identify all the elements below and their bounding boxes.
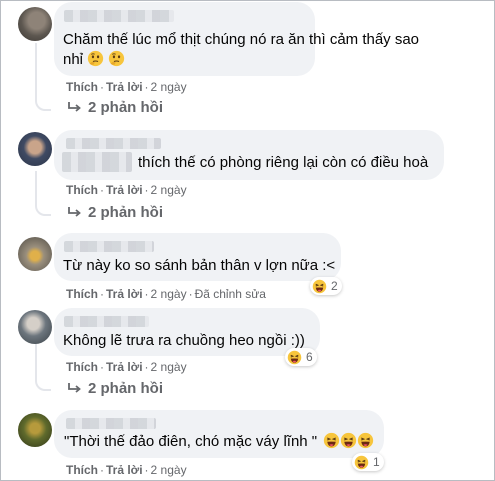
reply-button[interactable]: Trả lời (106, 80, 143, 94)
separator: · (144, 287, 149, 301)
comment-bubble: thích thế có phòng riêng lại còn có điều… (54, 130, 444, 180)
reply-button[interactable]: Trả lời (106, 360, 143, 374)
comment-actions: Thích · Trả lời · 2 ngày · Đã chỉnh sửa (66, 287, 266, 301)
replies-count-label: 2 phản hồi (88, 380, 163, 397)
laughing-face-icon (287, 350, 302, 365)
reply-arrow-icon (68, 383, 81, 393)
thinking-face-icon (108, 50, 125, 67)
timestamp[interactable]: 2 ngày (151, 360, 187, 374)
comment-bubble: Chăm thế lúc mổ thịt chúng nó ra ăn thì … (54, 2, 419, 76)
separator: · (100, 183, 104, 197)
comment-text-line2: nhỉ (63, 50, 125, 70)
like-button[interactable]: Thích (66, 463, 98, 477)
reaction-badge[interactable]: 1 (352, 453, 384, 471)
timestamp[interactable]: 2 ngày (151, 463, 187, 477)
timestamp[interactable]: 2 ngày (151, 287, 187, 301)
author-name-blurred[interactable] (64, 241, 154, 252)
timestamp[interactable]: 2 ngày (151, 183, 187, 197)
reaction-count: 6 (306, 350, 313, 364)
reaction-count: 1 (373, 455, 380, 469)
author-name-blurred[interactable] (66, 418, 156, 429)
reaction-badge[interactable]: 6 (285, 348, 317, 366)
blurred-text (62, 152, 132, 172)
like-button[interactable]: Thích (66, 287, 98, 301)
comment-actions: Thích · Trả lời · 2 ngày (66, 183, 187, 197)
comment-text: Từ này ko so sánh bản thân v lợn nữa :< (63, 257, 336, 274)
separator: · (100, 287, 104, 301)
comment-text: Chăm thế lúc mổ thịt chúng nó ra ăn thì … (63, 31, 420, 48)
like-button[interactable]: Thích (66, 80, 98, 94)
separator: · (144, 183, 149, 197)
replies-count-label: 2 phản hồi (88, 99, 163, 116)
avatar[interactable] (18, 237, 52, 271)
comment-actions: Thích · Trả lời · 2 ngày (66, 463, 187, 477)
avatar[interactable] (18, 310, 52, 344)
laughing-face-icon (340, 432, 357, 449)
like-button[interactable]: Thích (66, 360, 98, 374)
comment-actions: Thích · Trả lời · 2 ngày (66, 80, 187, 94)
thread-line (35, 171, 51, 216)
replies-count-label: 2 phản hồi (88, 204, 163, 221)
like-button[interactable]: Thích (66, 183, 98, 197)
reply-arrow-icon (68, 102, 81, 112)
thread-line (35, 341, 51, 391)
separator: · (144, 80, 149, 94)
comment-text: "Thời thế đảo điên, chó mặc váy lĩnh " (64, 433, 318, 450)
comment-text-line: "Thời thế đảo điên, chó mặc váy lĩnh " (64, 432, 374, 452)
edited-label: Đã chỉnh sửa (194, 287, 266, 301)
reply-button[interactable]: Trả lời (106, 183, 143, 197)
view-replies-button[interactable]: 2 phản hồi (67, 380, 163, 397)
avatar[interactable] (18, 7, 52, 41)
reply-button[interactable]: Trả lời (106, 287, 143, 301)
view-replies-button[interactable]: 2 phản hồi (67, 99, 163, 116)
laughing-face-icon (312, 279, 327, 294)
separator: · (144, 360, 149, 374)
laughing-face-icon (323, 432, 340, 449)
timestamp[interactable]: 2 ngày (151, 80, 187, 94)
comment-text: Không lẽ trưa ra chuồng heo ngồi :)) (63, 332, 305, 349)
comment-bubble: "Thời thế đảo điên, chó mặc váy lĩnh " (54, 410, 384, 458)
reply-button[interactable]: Trả lời (106, 463, 143, 477)
author-name-blurred[interactable] (64, 10, 174, 22)
reaction-badge[interactable]: 2 (310, 277, 342, 295)
separator: · (144, 463, 149, 477)
author-name-blurred[interactable] (66, 138, 161, 149)
separator: · (100, 360, 104, 374)
laughing-face-icon (357, 432, 374, 449)
separator: · (188, 287, 193, 301)
thinking-face-icon (87, 50, 104, 67)
avatar[interactable] (18, 413, 52, 447)
separator: · (100, 463, 104, 477)
comment-bubble: Không lẽ trưa ra chuồng heo ngồi :)) (54, 308, 320, 356)
thread-line (35, 43, 51, 111)
comment-bubble: Từ này ko so sánh bản thân v lợn nữa :< (54, 233, 341, 281)
reaction-count: 2 (331, 279, 338, 293)
comment-text: thích thế có phòng riêng lại còn có điều… (138, 154, 429, 171)
author-name-blurred[interactable] (64, 316, 149, 327)
avatar[interactable] (18, 132, 52, 166)
laughing-face-icon (354, 455, 369, 470)
separator: · (100, 80, 104, 94)
reply-arrow-icon (68, 207, 81, 217)
view-replies-button[interactable]: 2 phản hồi (67, 204, 163, 221)
comment-actions: Thích · Trả lời · 2 ngày (66, 360, 187, 374)
